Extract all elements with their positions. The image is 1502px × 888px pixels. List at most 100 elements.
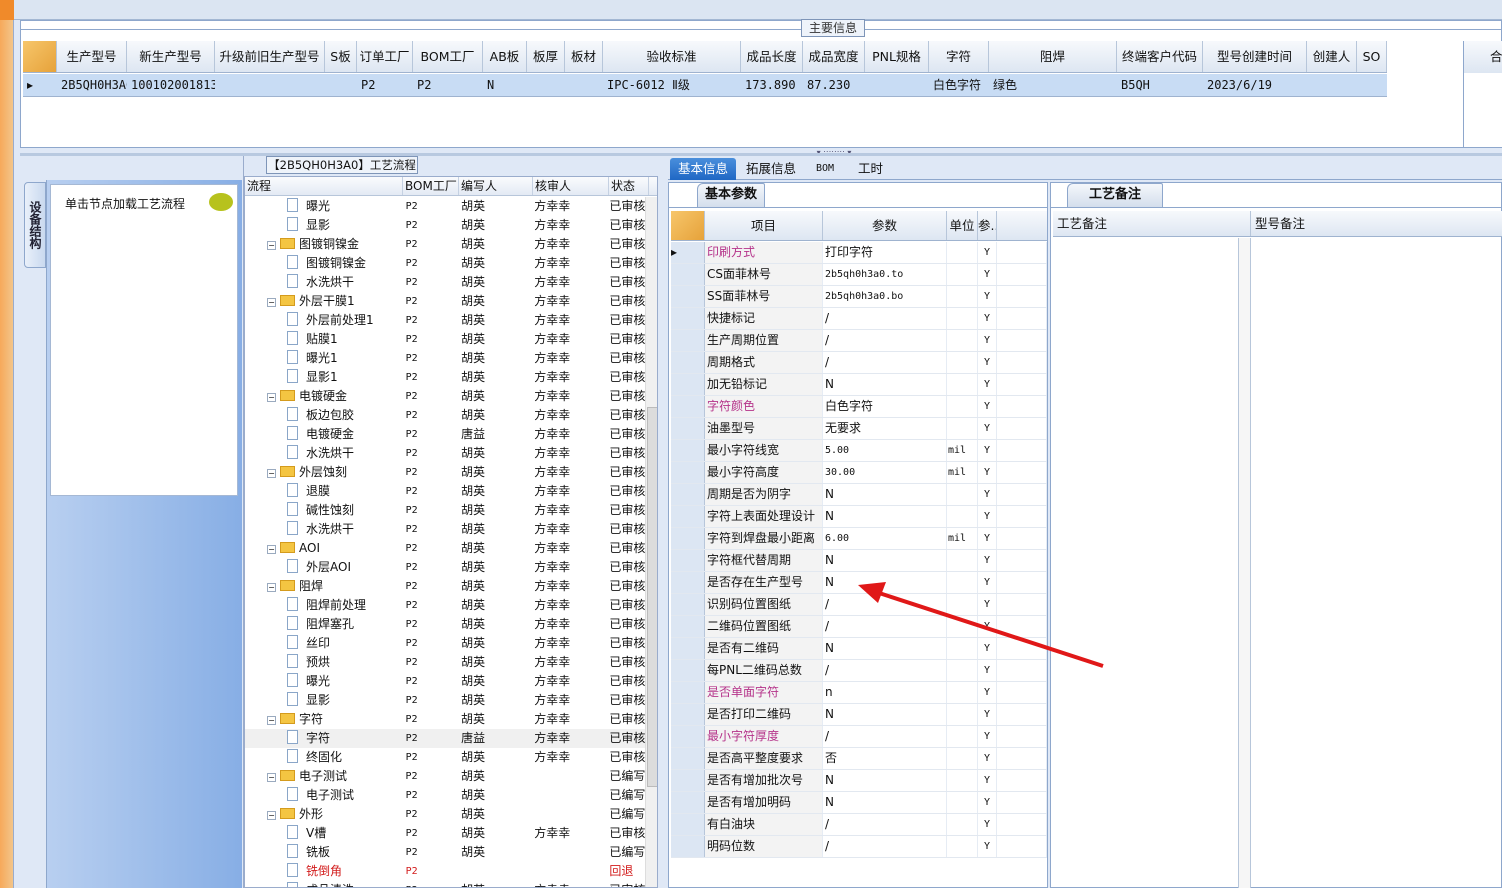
flow-tree-row[interactable]: 预烘 P2 胡英 方幸幸 已审核 xyxy=(245,653,645,672)
param-row[interactable]: CS面菲林号 2b5qh0h3a0.to Y xyxy=(671,264,1047,286)
column-header[interactable]: 字符 xyxy=(929,41,989,72)
flow-tree-row[interactable]: − 外层蚀刻 P2 胡英 方幸幸 已审核 xyxy=(245,463,645,482)
param-value[interactable]: 白色字符 xyxy=(823,396,947,417)
row-selector[interactable] xyxy=(671,638,705,659)
param-row[interactable]: 是否打印二维码 N Y xyxy=(671,704,1047,726)
flow-tree-row[interactable]: 终固化 P2 胡英 方幸幸 已审核 xyxy=(245,748,645,767)
flow-tree-row[interactable]: 退膜 P2 胡英 方幸幸 已审核 xyxy=(245,482,645,501)
flow-node[interactable]: − 字符 xyxy=(245,710,402,729)
param-row[interactable]: 字符颜色 白色字符 Y xyxy=(671,396,1047,418)
param-value[interactable]: 2b5qh0h3a0.to xyxy=(823,264,947,285)
row-selector[interactable] xyxy=(671,748,705,769)
grid-cell[interactable]: 绿色 xyxy=(989,74,1117,96)
grid-cell[interactable] xyxy=(565,74,603,96)
param-value[interactable]: / xyxy=(823,616,947,637)
flow-node[interactable]: 铣板 xyxy=(245,843,402,862)
param-column-header[interactable]: 项目 xyxy=(705,211,823,240)
collapse-toggle-icon[interactable]: − xyxy=(267,298,276,307)
column-header[interactable]: 型号创建时间 xyxy=(1203,41,1307,72)
column-header[interactable]: 成品长度 xyxy=(741,41,803,72)
flow-node[interactable]: 预烘 xyxy=(245,653,402,672)
flow-tree-row[interactable]: − 字符 P2 胡英 方幸幸 已审核 xyxy=(245,710,645,729)
flow-tree-row[interactable]: 阻焊塞孔 P2 胡英 方幸幸 已审核 xyxy=(245,615,645,634)
flow-node[interactable]: 显影 xyxy=(245,691,402,710)
flow-node[interactable]: − 图镀铜镍金 xyxy=(245,235,402,254)
subtab-basic-params[interactable]: 基本参数 xyxy=(697,183,765,207)
param-value[interactable]: 否 xyxy=(823,748,947,769)
flow-tree-row[interactable]: − 阻焊 P2 胡英 方幸幸 已审核 xyxy=(245,577,645,596)
column-header[interactable]: S板 xyxy=(325,41,357,72)
param-value[interactable]: / xyxy=(823,814,947,835)
flow-tree-row[interactable]: − 电子测试 P2 胡英 已编写 xyxy=(245,767,645,786)
flow-node[interactable]: 水洗烘干 xyxy=(245,273,402,292)
param-row[interactable]: 最小字符线宽 5.00 mil Y xyxy=(671,440,1047,462)
param-value[interactable]: N xyxy=(823,550,947,571)
nav-hint-box[interactable]: 单击节点加载工艺流程 xyxy=(50,184,238,496)
main-info-row[interactable]: ▸2B5QH0H3A010010200181395P2P2NIPC-6012 Ⅱ… xyxy=(23,74,1387,97)
param-value[interactable]: N xyxy=(823,638,947,659)
grid-cell[interactable]: B5QH xyxy=(1117,74,1203,96)
flow-node[interactable]: 终固化 xyxy=(245,748,402,767)
param-value[interactable]: N xyxy=(823,704,947,725)
flow-tree-row[interactable]: 水洗烘干 P2 胡英 方幸幸 已审核 xyxy=(245,520,645,539)
flow-column-header[interactable]: 状态 xyxy=(609,177,649,195)
param-value[interactable]: N xyxy=(823,506,947,527)
flow-tree-row[interactable]: 曝光 P2 胡英 方幸幸 已审核 xyxy=(245,197,645,216)
row-selector[interactable] xyxy=(671,660,705,681)
row-selector[interactable] xyxy=(671,462,705,483)
grid-cell[interactable] xyxy=(865,74,929,96)
column-header[interactable]: SO xyxy=(1357,41,1387,72)
flow-node[interactable]: − AOI xyxy=(245,539,402,558)
flow-column-header[interactable]: BOM工厂 xyxy=(403,177,459,195)
param-row[interactable]: 字符到焊盘最小距离 6.00 mil Y xyxy=(671,528,1047,550)
flow-node[interactable]: 铣倒角 xyxy=(245,862,402,881)
flow-node[interactable]: − 外层干膜1 xyxy=(245,292,402,311)
flow-node[interactable]: − 电子测试 xyxy=(245,767,402,786)
flow-column-header[interactable]: 核审人 xyxy=(533,177,609,195)
row-selector[interactable] xyxy=(671,572,705,593)
grid-cell[interactable]: 173.890 xyxy=(741,74,803,96)
param-value[interactable]: / xyxy=(823,330,947,351)
flow-node[interactable]: − 外形 xyxy=(245,805,402,824)
param-value[interactable]: 5.00 xyxy=(823,440,947,461)
flow-node[interactable]: 曝光 xyxy=(245,197,402,216)
flow-tree-row[interactable]: 阻焊前处理 P2 胡英 方幸幸 已审核 xyxy=(245,596,645,615)
flow-node[interactable]: − 阻焊 xyxy=(245,577,402,596)
row-selector[interactable] xyxy=(671,506,705,527)
tab-extended-info[interactable]: 拓展信息 xyxy=(738,158,804,180)
flow-tree-row[interactable]: 电镀硬金 P2 唐益 方幸幸 已审核 xyxy=(245,425,645,444)
grid-cell[interactable] xyxy=(1357,74,1387,96)
collapse-toggle-icon[interactable]: − xyxy=(267,773,276,782)
tab-basic-info[interactable]: 基本信息 xyxy=(670,158,737,180)
vertical-splitter[interactable] xyxy=(658,156,668,888)
param-row[interactable]: 快捷标记 / Y xyxy=(671,308,1047,330)
row-indicator[interactable]: ▸ xyxy=(23,74,57,96)
flow-tree-row[interactable]: 显影1 P2 胡英 方幸幸 已审核 xyxy=(245,368,645,387)
row-selector[interactable] xyxy=(671,484,705,505)
grid-cell[interactable]: 87.230 xyxy=(803,74,865,96)
param-value[interactable]: / xyxy=(823,594,947,615)
notes-scrollbar[interactable] xyxy=(1239,238,1251,888)
grid-cell[interactable]: 2B5QH0H3A0 xyxy=(57,74,127,96)
flow-tree-row[interactable]: 图镀铜镍金 P2 胡英 方幸幸 已审核 xyxy=(245,254,645,273)
flow-tree-row[interactable]: 丝印 P2 胡英 方幸幸 已审核 xyxy=(245,634,645,653)
column-header[interactable]: 新生产型号 xyxy=(127,41,215,72)
tree-scrollbar[interactable] xyxy=(645,197,657,887)
row-selector[interactable] xyxy=(671,308,705,329)
flow-tree-row[interactable]: 曝光 P2 胡英 方幸幸 已审核 xyxy=(245,672,645,691)
flow-tree-row[interactable]: 碱性蚀刻 P2 胡英 方幸幸 已审核 xyxy=(245,501,645,520)
column-header[interactable]: 板材 xyxy=(565,41,603,72)
flow-tree-row[interactable]: 水洗烘干 P2 胡英 方幸幸 已审核 xyxy=(245,444,645,463)
param-value[interactable]: N xyxy=(823,484,947,505)
row-selector[interactable] xyxy=(671,770,705,791)
collapse-toggle-icon[interactable]: − xyxy=(267,545,276,554)
flow-node[interactable]: 碱性蚀刻 xyxy=(245,501,402,520)
row-selector[interactable] xyxy=(671,374,705,395)
flow-node[interactable]: 成品清洗 xyxy=(245,881,402,887)
flow-node[interactable]: 丝印 xyxy=(245,634,402,653)
flow-node[interactable]: 显影 xyxy=(245,216,402,235)
param-row[interactable]: SS面菲林号 2b5qh0h3a0.bo Y xyxy=(671,286,1047,308)
flow-tree-row[interactable]: 字符 P2 唐益 方幸幸 已审核 xyxy=(245,729,645,748)
param-column-header[interactable]: 参数 xyxy=(823,211,947,240)
param-value[interactable]: 2b5qh0h3a0.bo xyxy=(823,286,947,307)
